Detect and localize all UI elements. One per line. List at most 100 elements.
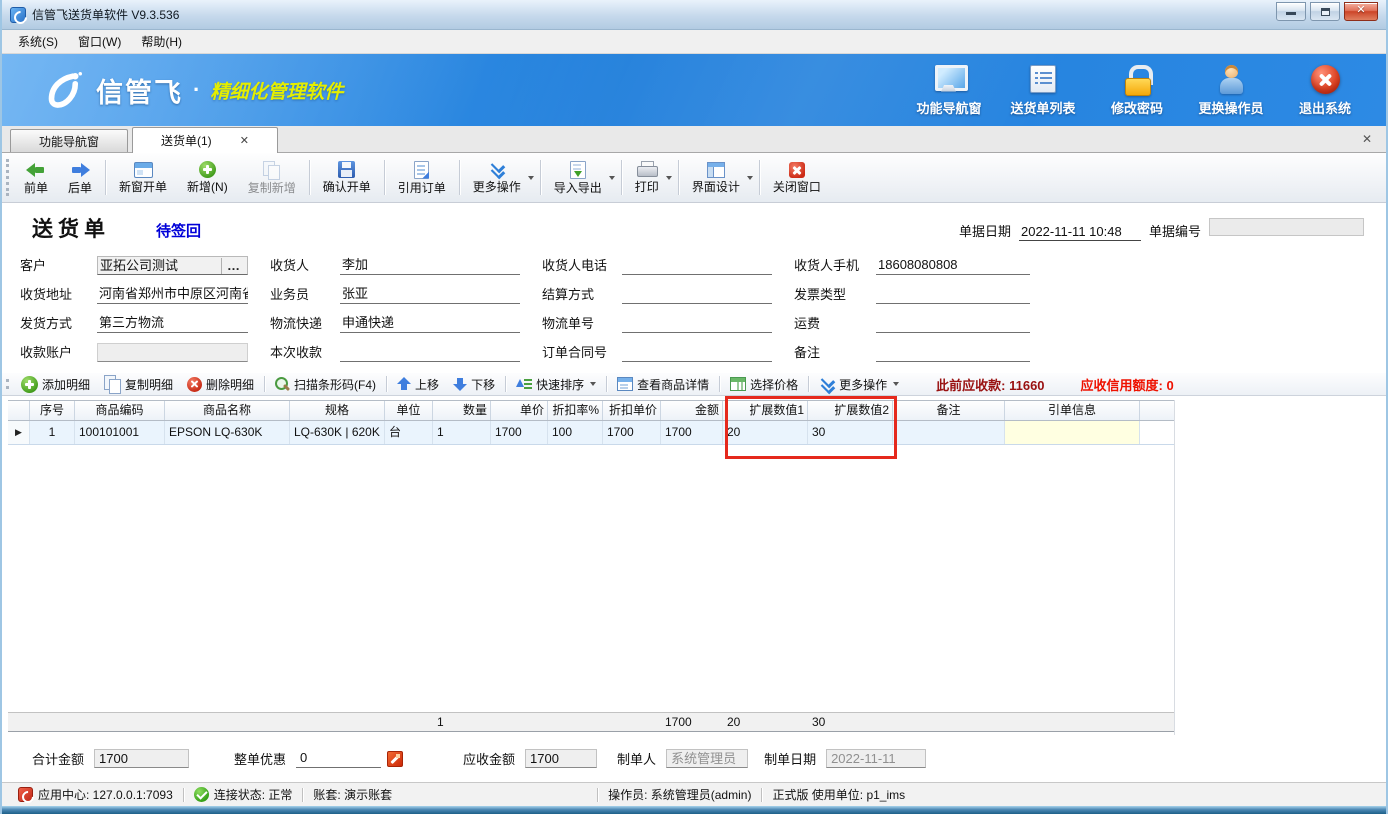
cell-ext-value2[interactable]: 30 (808, 421, 893, 444)
cell-remark[interactable] (893, 421, 1005, 444)
toolbar-button-new-window-order[interactable]: 新窗开单 (109, 155, 177, 200)
detail-button-add-line[interactable]: 添加明细 (14, 376, 97, 393)
field-consignee-mobile[interactable]: 18608080808 (876, 256, 1030, 275)
status-text: 操作员: 系统管理员(admin) (608, 786, 751, 803)
grid-data-row[interactable]: ▶1100101001EPSON LQ-630KLQ-630K | 620K台1… (8, 421, 1174, 445)
grid-col-discount-rate[interactable]: 折扣率% (548, 401, 603, 420)
detail-button-move-down[interactable]: 下移 (446, 376, 502, 393)
banner-action-change-password[interactable]: 修改密码 (1098, 65, 1176, 117)
cell-ext-value1[interactable]: 20 (723, 421, 808, 444)
discount-edit-icon[interactable] (387, 751, 403, 767)
status-item-operator: 操作员: 系统管理员(admin) (598, 786, 761, 803)
field-invoice-type[interactable] (876, 285, 1030, 304)
detail-button-view-product-detail[interactable]: 查看商品详情 (610, 376, 716, 393)
field-current-receipt[interactable] (340, 343, 520, 362)
grid-col-remark[interactable]: 备注 (893, 401, 1005, 420)
close-button[interactable]: ✕ (1344, 2, 1378, 21)
toolbar-button-ui-design[interactable]: 界面设计 (682, 155, 756, 200)
grid-col-seq[interactable]: 序号 (30, 401, 75, 420)
field-remark[interactable] (876, 343, 1030, 362)
grid-col-ext-value2[interactable]: 扩展数值2 (808, 401, 893, 420)
field-order-contract-no[interactable] (622, 343, 772, 362)
dropdown-caret-icon[interactable] (528, 176, 534, 183)
toolbar-button-more-actions[interactable]: 更多操作 (463, 155, 537, 200)
lookup-button[interactable]: … (221, 258, 245, 274)
cell-qty[interactable]: 1 (433, 421, 491, 444)
detail-button-more-line-actions[interactable]: 更多操作 (812, 376, 906, 393)
detail-button-scan-barcode[interactable]: 扫描条形码(F4) (268, 376, 383, 393)
grid-col-ref-info[interactable]: 引单信息 (1005, 401, 1140, 420)
detail-button-select-price[interactable]: 选择价格 (723, 376, 805, 393)
check-circle-icon (194, 787, 209, 802)
grid-col-price[interactable]: 单价 (491, 401, 548, 420)
banner-action-delivery-order-list[interactable]: 送货单列表 (1004, 64, 1082, 117)
field-consignee[interactable]: 李加 (340, 256, 520, 275)
cell-discount-rate[interactable]: 100 (548, 421, 603, 444)
field-freight[interactable] (876, 314, 1030, 333)
field-customer[interactable]: 亚拓公司测试… (97, 256, 248, 275)
dropdown-caret-icon[interactable] (893, 382, 899, 389)
menu-item-help[interactable]: 帮助(H) (131, 30, 192, 53)
grid-indicator-header (8, 401, 30, 420)
minimize-button[interactable] (1276, 2, 1306, 21)
toolbar-separator (386, 376, 387, 392)
toolbar-button-print[interactable]: 打印 (625, 155, 675, 200)
cell-amount[interactable]: 1700 (661, 421, 723, 444)
grid-col-unit[interactable]: 单位 (385, 401, 433, 420)
field-consignee-phone[interactable] (622, 256, 772, 275)
menu-item-system[interactable]: 系统(S) (8, 30, 68, 53)
cell-discount-price[interactable]: 1700 (603, 421, 661, 444)
grid-col-discount-price[interactable]: 折扣单价 (603, 401, 661, 420)
field-settlement-method[interactable] (622, 285, 772, 304)
dropdown-caret-icon[interactable] (747, 176, 753, 183)
toolbar-button-close-tab-window[interactable]: 关闭窗口 (763, 155, 831, 200)
toolbar-button-label: 引用订单 (398, 182, 446, 195)
cell-seq[interactable]: 1 (30, 421, 75, 444)
toolbar-button-confirm-order[interactable]: 确认开单 (313, 155, 381, 200)
toolbar-button-reference-order[interactable]: 引用订单 (388, 155, 456, 200)
detail-button-quick-sort[interactable]: 快速排序 (509, 376, 603, 393)
dropdown-caret-icon[interactable] (666, 176, 672, 183)
tab-close-icon[interactable]: ✕ (240, 134, 249, 147)
tab-nav-window[interactable]: 功能导航窗 (10, 129, 128, 152)
cell-price[interactable]: 1700 (491, 421, 548, 444)
banner-action-switch-operator[interactable]: 更换操作员 (1192, 65, 1270, 117)
detail-button-move-up[interactable]: 上移 (390, 376, 446, 393)
menu-item-window[interactable]: 窗口(W) (68, 30, 131, 53)
toolbar-button-prev-order[interactable]: 前单 (14, 155, 58, 200)
field-logistics-express[interactable]: 申通快递 (340, 314, 520, 333)
field-delivery-address[interactable]: 河南省郑州市中原区河南省 (97, 285, 248, 304)
cell-product-name[interactable]: EPSON LQ-630K (165, 421, 290, 444)
dropdown-caret-icon[interactable] (609, 176, 615, 183)
field-logistics-no[interactable] (622, 314, 772, 333)
toolbar-button-next-order[interactable]: 后单 (58, 155, 102, 200)
grid-col-qty[interactable]: 数量 (433, 401, 491, 420)
toolbar-button-import-export[interactable]: 导入导出 (544, 155, 618, 200)
cell-ref-info[interactable] (1005, 421, 1140, 444)
cell-unit[interactable]: 台 (385, 421, 433, 444)
maximize-button[interactable] (1310, 2, 1340, 21)
field-salesman[interactable]: 张亚 (340, 285, 520, 304)
banner-action-exit-system[interactable]: 退出系统 (1286, 65, 1364, 117)
toolbar-button-add-new[interactable]: 新增(N) (177, 155, 238, 200)
field-receiving-account[interactable] (97, 343, 248, 362)
grid-col-product-code[interactable]: 商品编码 (75, 401, 165, 420)
cell-spec[interactable]: LQ-630K | 620K (290, 421, 385, 444)
grid-col-product-name[interactable]: 商品名称 (165, 401, 290, 420)
grid-empty-space (8, 445, 1174, 712)
grid-col-spec[interactable]: 规格 (290, 401, 385, 420)
doc-date-field[interactable]: 2022-11-11 10:48 (1019, 224, 1141, 241)
cell-product-code[interactable]: 100101001 (75, 421, 165, 444)
tabstrip-close-icon[interactable]: ✕ (1356, 130, 1378, 148)
summary-ext-value1: 20 (723, 713, 808, 731)
detail-button-delete-line[interactable]: 删除明细 (180, 376, 261, 393)
detail-button-copy-line[interactable]: 复制明细 (97, 375, 180, 393)
tab-delivery-order[interactable]: 送货单(1)✕ (132, 127, 278, 153)
dropdown-caret-icon[interactable] (590, 382, 596, 389)
field-value: 张亚 (342, 286, 368, 301)
banner-action-nav-window[interactable]: 功能导航窗 (910, 64, 988, 117)
grid-col-amount[interactable]: 金额 (661, 401, 723, 420)
grid-col-ext-value1[interactable]: 扩展数值1 (723, 401, 808, 420)
footer-field-order-discount[interactable]: 0 (296, 749, 381, 768)
field-shipping-method[interactable]: 第三方物流 (97, 314, 248, 333)
